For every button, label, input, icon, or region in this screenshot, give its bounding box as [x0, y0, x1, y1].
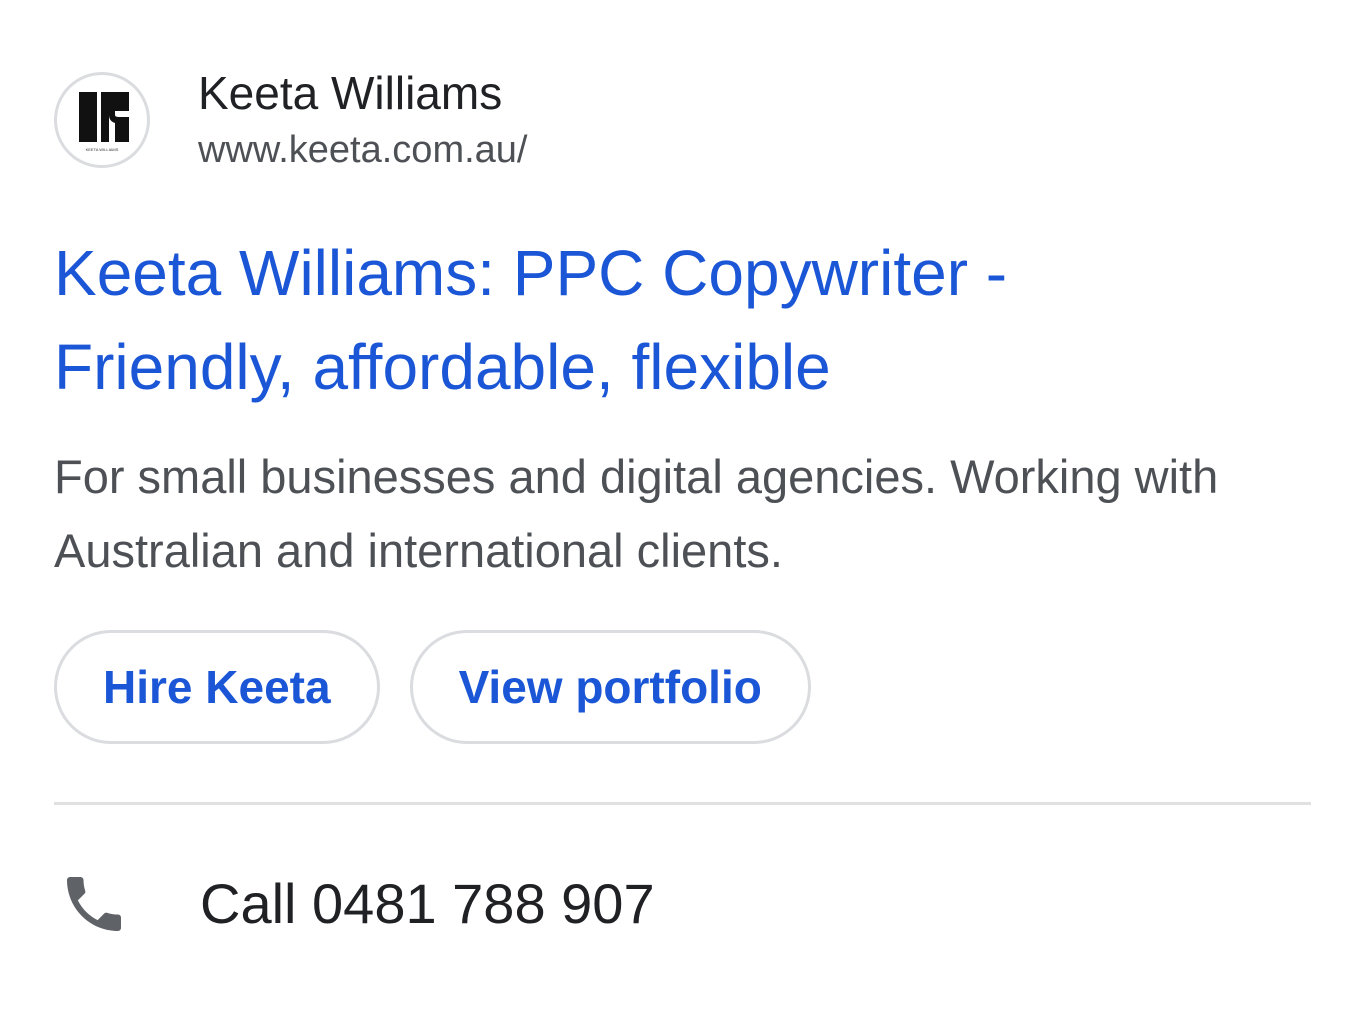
search-ad-card: KEETA WILLIAMS Keeta Williams www.keeta.…	[0, 0, 1367, 1013]
phone-icon	[54, 864, 134, 944]
headline-line-1[interactable]: Keeta Williams: PPC Copywriter -	[54, 226, 1314, 320]
divider	[54, 802, 1311, 805]
ad-description: For small businesses and digital agencie…	[54, 450, 1219, 577]
site-name[interactable]: Keeta Williams	[198, 66, 527, 120]
keeta-logo-icon: KEETA WILLIAMS	[79, 92, 129, 152]
call-label[interactable]: Call 0481 788 907	[200, 864, 655, 944]
site-text: Keeta Williams www.keeta.com.au/	[198, 66, 527, 174]
site-header[interactable]: KEETA WILLIAMS Keeta Williams www.keeta.…	[54, 66, 527, 174]
logo-wordmark: KEETA WILLIAMS	[86, 147, 119, 152]
site-url[interactable]: www.keeta.com.au/	[198, 126, 527, 174]
headline-line-2[interactable]: Friendly, affordable, flexible	[54, 320, 1314, 414]
hire-keeta-button[interactable]: Hire Keeta	[54, 630, 380, 744]
sitelink-chips: Hire Keeta View portfolio	[54, 630, 811, 744]
site-logo: KEETA WILLIAMS	[54, 72, 150, 168]
ad-headline-link[interactable]: Keeta Williams: PPC Copywriter - Friendl…	[54, 226, 1314, 414]
view-portfolio-button[interactable]: View portfolio	[409, 630, 811, 744]
call-button[interactable]: Call 0481 788 907	[54, 864, 655, 944]
